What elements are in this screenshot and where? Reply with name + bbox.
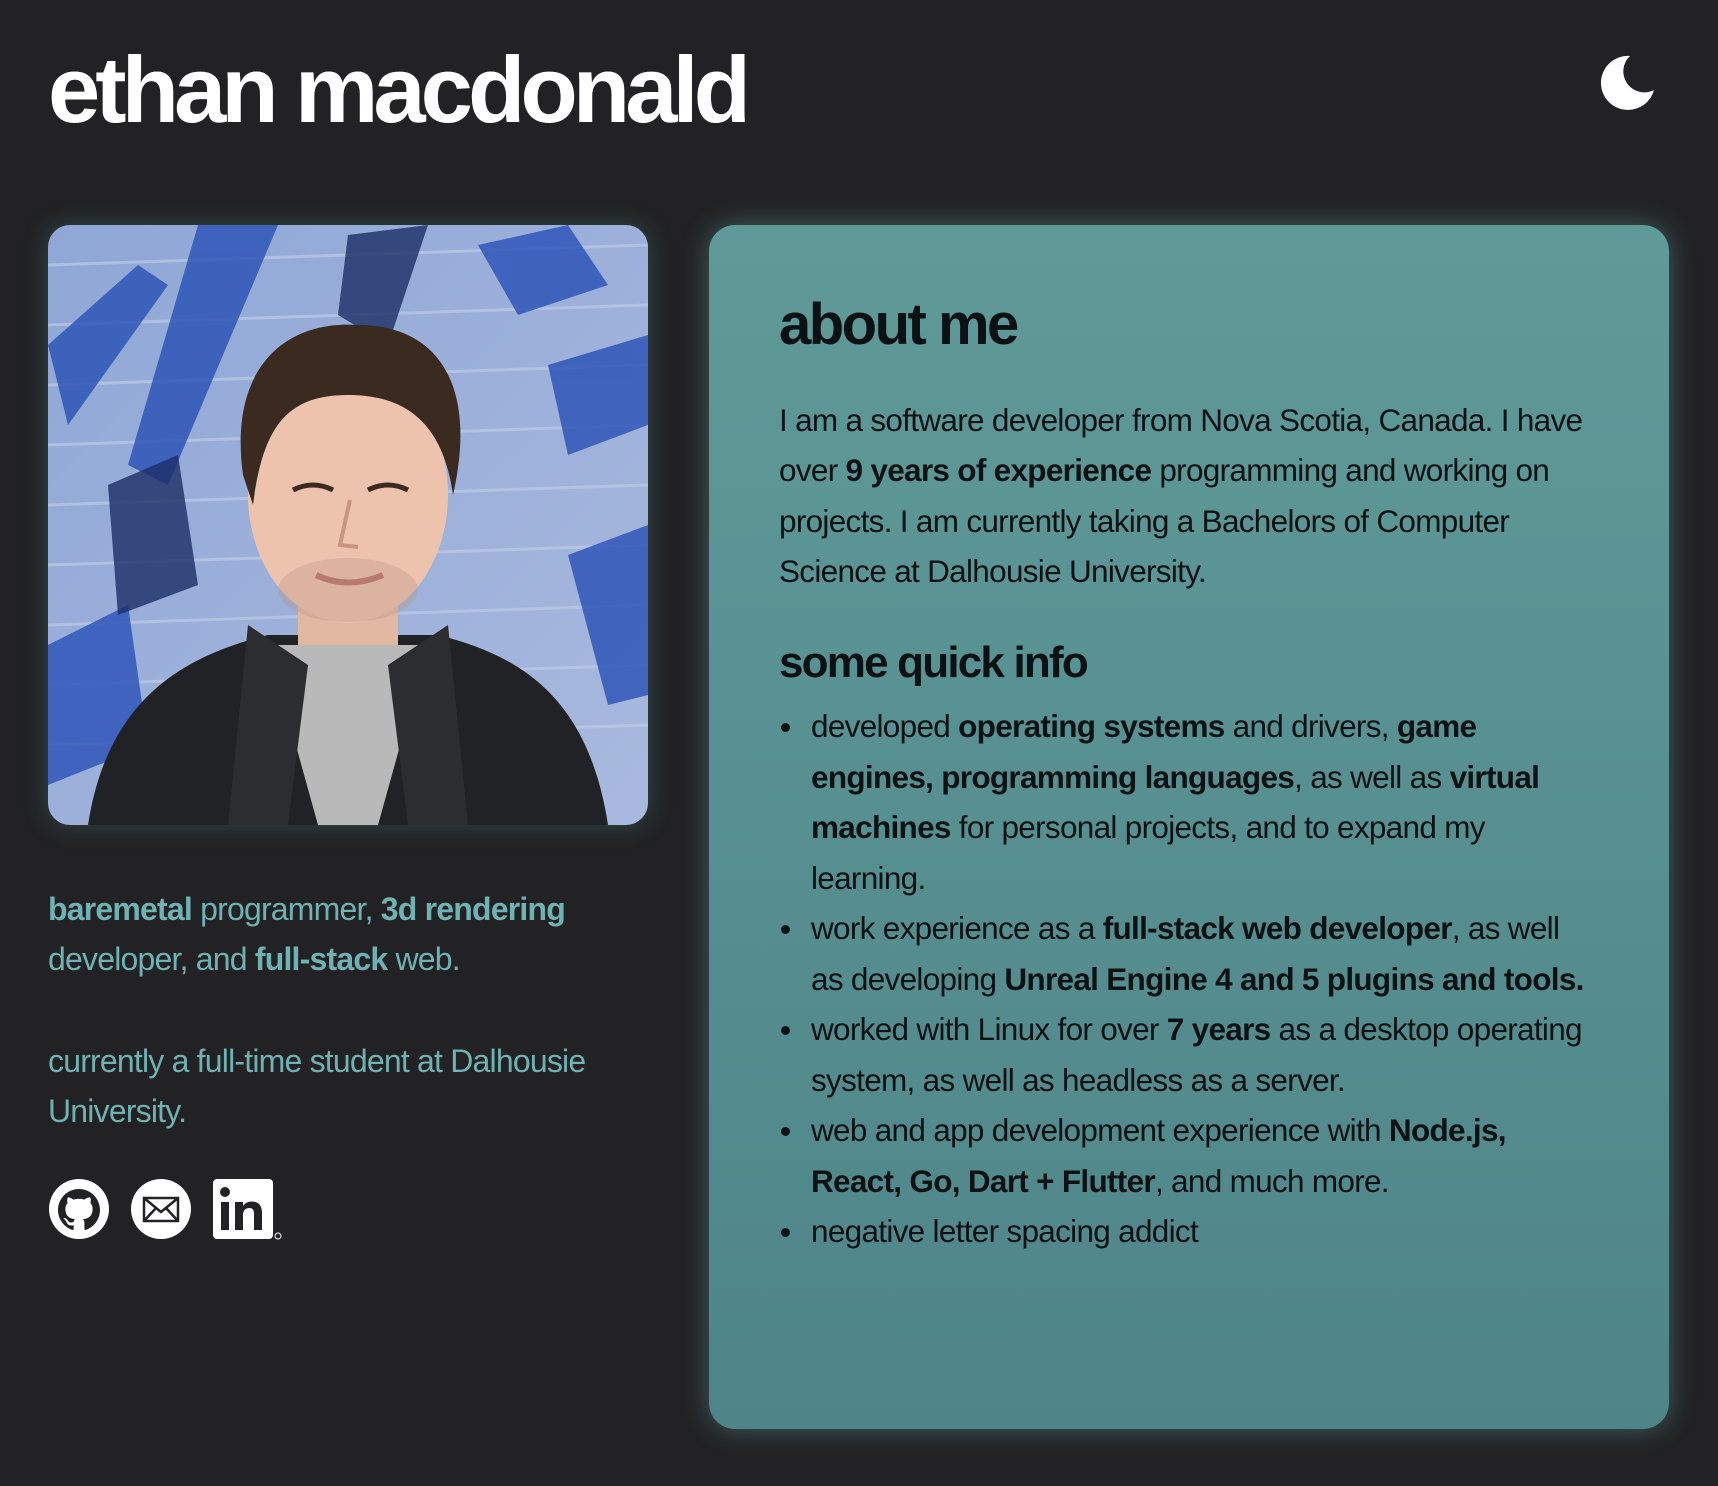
github-link[interactable] <box>48 1178 110 1240</box>
tagline: baremetal programmer, 3d rendering devel… <box>48 884 658 984</box>
item-text: developed <box>811 708 959 745</box>
list-item: web and app development experience with … <box>779 1105 1589 1206</box>
page: ethan macdonald baremetal programmer, 3d… <box>0 0 1718 1486</box>
item-highlight: full-stack web developer <box>1102 910 1453 947</box>
item-highlight: 7 years <box>1166 1011 1271 1048</box>
email-link[interactable] <box>130 1178 192 1240</box>
social-links <box>48 1178 282 1240</box>
theme-toggle-button[interactable] <box>1596 52 1658 114</box>
about-card: about me I am a software developer from … <box>709 225 1669 1429</box>
tagline-text: web. <box>387 941 460 977</box>
item-highlight: operating systems <box>958 708 1225 745</box>
list-item: developed operating systems and drivers,… <box>779 701 1589 903</box>
profile-photo <box>48 225 648 825</box>
bio-highlight: 9 years of experience <box>845 452 1152 489</box>
list-item: negative letter spacing addict <box>779 1206 1589 1257</box>
moon-icon <box>1600 55 1654 110</box>
list-item: worked with Linux for over 7 years as a … <box>779 1004 1589 1105</box>
student-status: currently a full-time student at Dalhous… <box>48 1043 586 1129</box>
item-text: work experience as a <box>811 910 1103 947</box>
list-item: work experience as a full-stack web deve… <box>779 903 1589 1004</box>
tagline-baremetal: baremetal <box>48 891 193 927</box>
about-heading: about me <box>779 292 1019 357</box>
tagline-text: developer, and <box>48 941 255 977</box>
item-text: , as well as <box>1294 758 1450 795</box>
github-icon <box>49 1179 109 1239</box>
quick-info-list: developed operating systems and drivers,… <box>779 701 1589 1257</box>
item-text: negative letter spacing addict <box>811 1213 1199 1250</box>
quick-info-heading: some quick info <box>779 637 1089 687</box>
item-highlight: Unreal Engine 4 and 5 plugins and tools. <box>1004 960 1584 997</box>
tagline-full-stack: full-stack <box>254 941 388 977</box>
linkedin-icon <box>213 1179 282 1240</box>
linkedin-link[interactable] <box>212 1178 282 1240</box>
item-text: , and much more. <box>1154 1162 1390 1199</box>
site-title: ethan macdonald <box>48 37 751 142</box>
bio-paragraph: I am a software developer from Nova Scot… <box>779 395 1599 597</box>
tagline-3d-rendering: 3d rendering <box>380 891 566 927</box>
item-text: worked with Linux for over <box>811 1011 1167 1048</box>
mail-icon <box>131 1179 191 1239</box>
item-text: web and app development experience with <box>811 1112 1389 1149</box>
tagline-text: programmer, <box>192 891 381 927</box>
item-text: and drivers, <box>1224 708 1397 745</box>
